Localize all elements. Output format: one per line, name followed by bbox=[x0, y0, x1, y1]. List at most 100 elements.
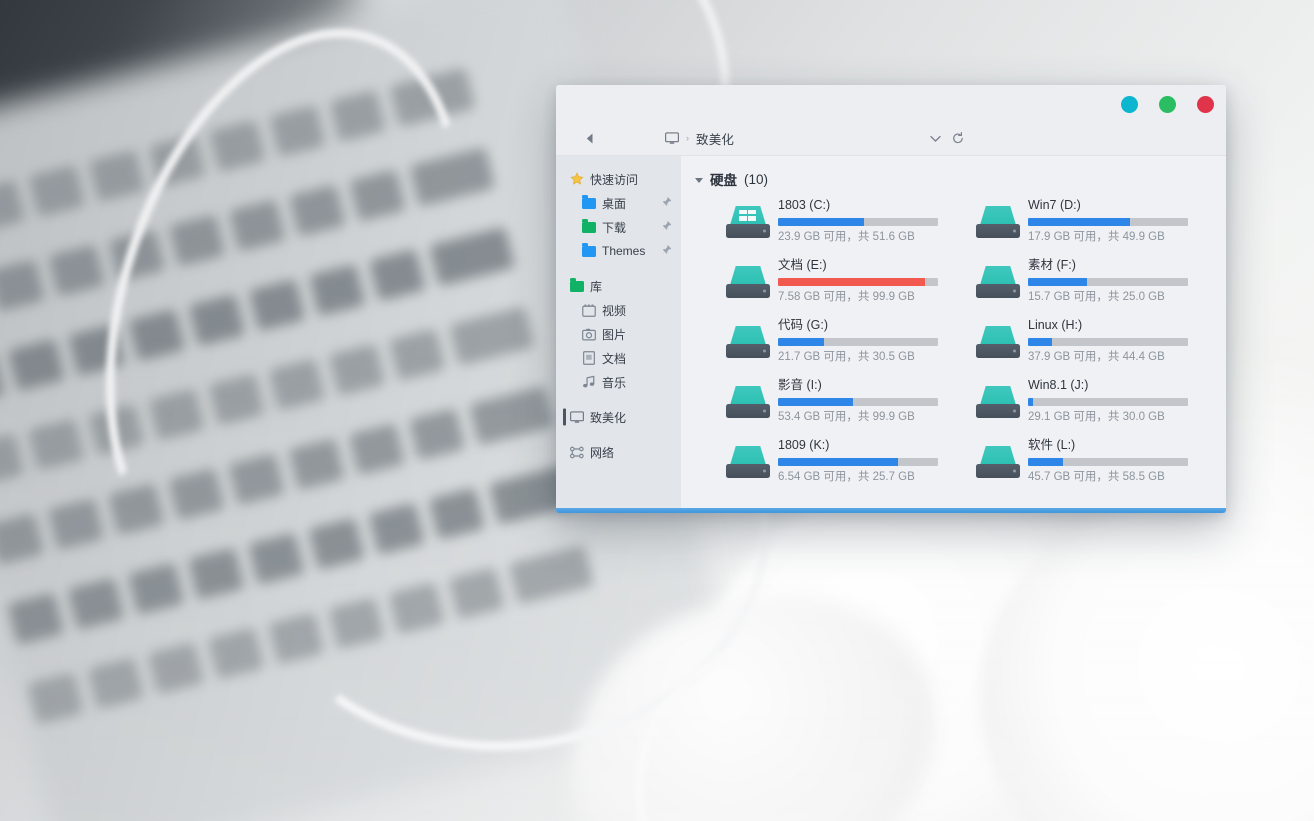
drive-name: Linux (H:) bbox=[1028, 318, 1083, 332]
drive-capacity-text: 15.7 GB 可用，共 25.0 GB bbox=[1028, 291, 1165, 304]
drive-name: 素材 (F:) bbox=[1028, 258, 1076, 272]
drive-item[interactable]: 软件 (L:) 45.7 GB 可用，共 58.5 GB bbox=[975, 438, 1225, 486]
drive-capacity-text: 7.58 GB 可用，共 99.9 GB bbox=[778, 291, 915, 304]
breadcrumb-current-path[interactable]: 致美化 bbox=[696, 129, 734, 148]
sidebar-item-10[interactable]: 网络 bbox=[556, 440, 681, 464]
drive-capacity-text: 23.9 GB 可用，共 51.6 GB bbox=[778, 231, 915, 244]
drive-usage-fill bbox=[778, 337, 825, 346]
drive-capacity-text: 53.4 GB 可用，共 99.9 GB bbox=[778, 411, 915, 424]
collapse-triangle-icon[interactable] bbox=[695, 177, 703, 183]
drive-item[interactable]: 代码 (G:) 21.7 GB 可用，共 30.5 GB bbox=[725, 318, 975, 366]
drive-usage-bar bbox=[778, 397, 938, 406]
hard-drive-icon bbox=[725, 204, 771, 240]
drive-name: Win8.1 (J:) bbox=[1028, 378, 1089, 392]
sidebar-item-label: Themes bbox=[602, 244, 646, 258]
refresh-icon[interactable] bbox=[951, 132, 965, 146]
hard-drive-icon bbox=[725, 324, 771, 360]
back-arrow-icon[interactable] bbox=[582, 131, 598, 147]
folder-icon-blue bbox=[582, 243, 596, 258]
sidebar-item-8[interactable]: 音乐 bbox=[556, 370, 681, 394]
drive-group-header[interactable]: 硬盘 (10) bbox=[681, 169, 1226, 189]
address-actions bbox=[928, 132, 965, 146]
drive-usage-fill bbox=[778, 457, 898, 466]
file-explorer-window: › 致美化 快速访问 桌面 下载 Themes 库视频 图片 文档 音乐 致美化 网络 bbox=[556, 85, 1226, 513]
window-titlebar[interactable] bbox=[556, 85, 1226, 122]
hard-drive-icon bbox=[725, 384, 771, 420]
drive-usage-bar bbox=[1028, 337, 1188, 346]
drive-item[interactable]: 影音 (I:) 53.4 GB 可用，共 99.9 GB bbox=[725, 378, 975, 426]
drive-capacity-text: 37.9 GB 可用，共 44.4 GB bbox=[1028, 351, 1165, 364]
drive-group-title: 硬盘 bbox=[710, 173, 737, 188]
navigation-sidebar[interactable]: 快速访问桌面下载 Themes 库视频 图片文档音乐致美化网络 bbox=[556, 156, 681, 508]
drive-usage-bar bbox=[1028, 277, 1188, 286]
document-icon bbox=[582, 351, 596, 365]
drive-item[interactable]: Win7 (D:) 17.9 GB 可用，共 49.9 GB bbox=[975, 198, 1225, 246]
sidebar-item-0[interactable]: 快速访问 bbox=[556, 167, 681, 191]
sidebar-item-label: 快速访问 bbox=[590, 172, 639, 187]
drive-grid: 1803 (C:) 23.9 GB 可用，共 51.6 GB Win7 (D:) 17… bbox=[681, 198, 1226, 486]
hard-drive-icon bbox=[975, 324, 1021, 360]
drive-group-count: (10) bbox=[744, 171, 769, 187]
camera-icon bbox=[582, 327, 596, 341]
address-toolbar: › 致美化 bbox=[556, 122, 1226, 156]
drive-name: 1809 (K:) bbox=[778, 438, 830, 452]
drive-name: 影音 (I:) bbox=[778, 378, 822, 392]
pin-icon[interactable] bbox=[662, 221, 672, 234]
drive-item[interactable]: 文档 (E:) 7.58 GB 可用，共 99.9 GB bbox=[725, 258, 975, 306]
drive-usage-fill bbox=[778, 277, 926, 286]
drive-usage-fill bbox=[778, 397, 854, 406]
folder-icon-green bbox=[582, 219, 596, 234]
sidebar-item-9[interactable]: 致美化 bbox=[556, 405, 681, 429]
hard-drive-icon bbox=[975, 264, 1021, 300]
breadcrumb-separator: › bbox=[686, 133, 689, 143]
drive-item[interactable]: 1803 (C:) 23.9 GB 可用，共 51.6 GB bbox=[725, 198, 975, 246]
sidebar-item-7[interactable]: 文档 bbox=[556, 346, 681, 370]
sidebar-item-3[interactable]: Themes bbox=[556, 239, 681, 263]
drive-name: 1803 (C:) bbox=[778, 198, 831, 212]
maximize-button[interactable] bbox=[1159, 96, 1176, 113]
drive-usage-bar bbox=[778, 457, 938, 466]
sidebar-item-label: 文档 bbox=[602, 351, 627, 366]
sidebar-item-label: 桌面 bbox=[602, 196, 627, 211]
drive-usage-fill bbox=[778, 217, 865, 226]
drive-usage-bar bbox=[778, 217, 938, 226]
network-icon bbox=[570, 445, 584, 459]
sidebar-item-label: 下载 bbox=[602, 220, 627, 235]
drive-capacity-text: 21.7 GB 可用，共 30.5 GB bbox=[778, 351, 915, 364]
drive-name: 代码 (G:) bbox=[778, 318, 828, 332]
monitor-icon bbox=[570, 410, 584, 424]
sidebar-item-1[interactable]: 桌面 bbox=[556, 191, 681, 215]
drive-capacity-text: 45.7 GB 可用，共 58.5 GB bbox=[1028, 471, 1165, 484]
close-button[interactable] bbox=[1197, 96, 1214, 113]
drive-item[interactable]: Linux (H:) 37.9 GB 可用，共 44.4 GB bbox=[975, 318, 1225, 366]
drive-usage-fill bbox=[1028, 277, 1088, 286]
drive-name: 软件 (L:) bbox=[1028, 438, 1076, 452]
minimize-button[interactable] bbox=[1121, 96, 1138, 113]
drive-item[interactable]: Win8.1 (J:) 29.1 GB 可用，共 30.0 GB bbox=[975, 378, 1225, 426]
hard-drive-icon bbox=[725, 444, 771, 480]
sidebar-selection-indicator bbox=[563, 408, 566, 426]
sidebar-item-4[interactable]: 库 bbox=[556, 274, 681, 298]
drive-capacity-text: 17.9 GB 可用，共 49.9 GB bbox=[1028, 231, 1165, 244]
window-body: 快速访问桌面下载 Themes 库视频 图片文档音乐致美化网络 硬盘 (10) 180… bbox=[556, 156, 1226, 508]
drive-item[interactable]: 1809 (K:) 6.54 GB 可用，共 25.7 GB bbox=[725, 438, 975, 486]
drive-usage-bar bbox=[1028, 457, 1188, 466]
sidebar-item-5[interactable]: 视频 bbox=[556, 298, 681, 322]
sidebar-item-label: 网络 bbox=[590, 445, 615, 460]
pin-icon[interactable] bbox=[662, 197, 672, 210]
chevron-down-icon[interactable] bbox=[928, 132, 942, 146]
breadcrumb[interactable]: › 致美化 bbox=[665, 129, 734, 148]
sidebar-item-label: 致美化 bbox=[590, 410, 627, 425]
sidebar-item-2[interactable]: 下载 bbox=[556, 215, 681, 239]
pin-icon[interactable] bbox=[662, 245, 672, 258]
sidebar-item-6[interactable]: 图片 bbox=[556, 322, 681, 346]
folder-icon-green bbox=[570, 278, 584, 293]
music-icon bbox=[582, 375, 596, 389]
drive-item[interactable]: 素材 (F:) 15.7 GB 可用，共 25.0 GB bbox=[975, 258, 1225, 306]
folder-icon-blue bbox=[582, 195, 596, 210]
drive-usage-bar bbox=[778, 337, 938, 346]
drive-usage-bar bbox=[1028, 217, 1188, 226]
